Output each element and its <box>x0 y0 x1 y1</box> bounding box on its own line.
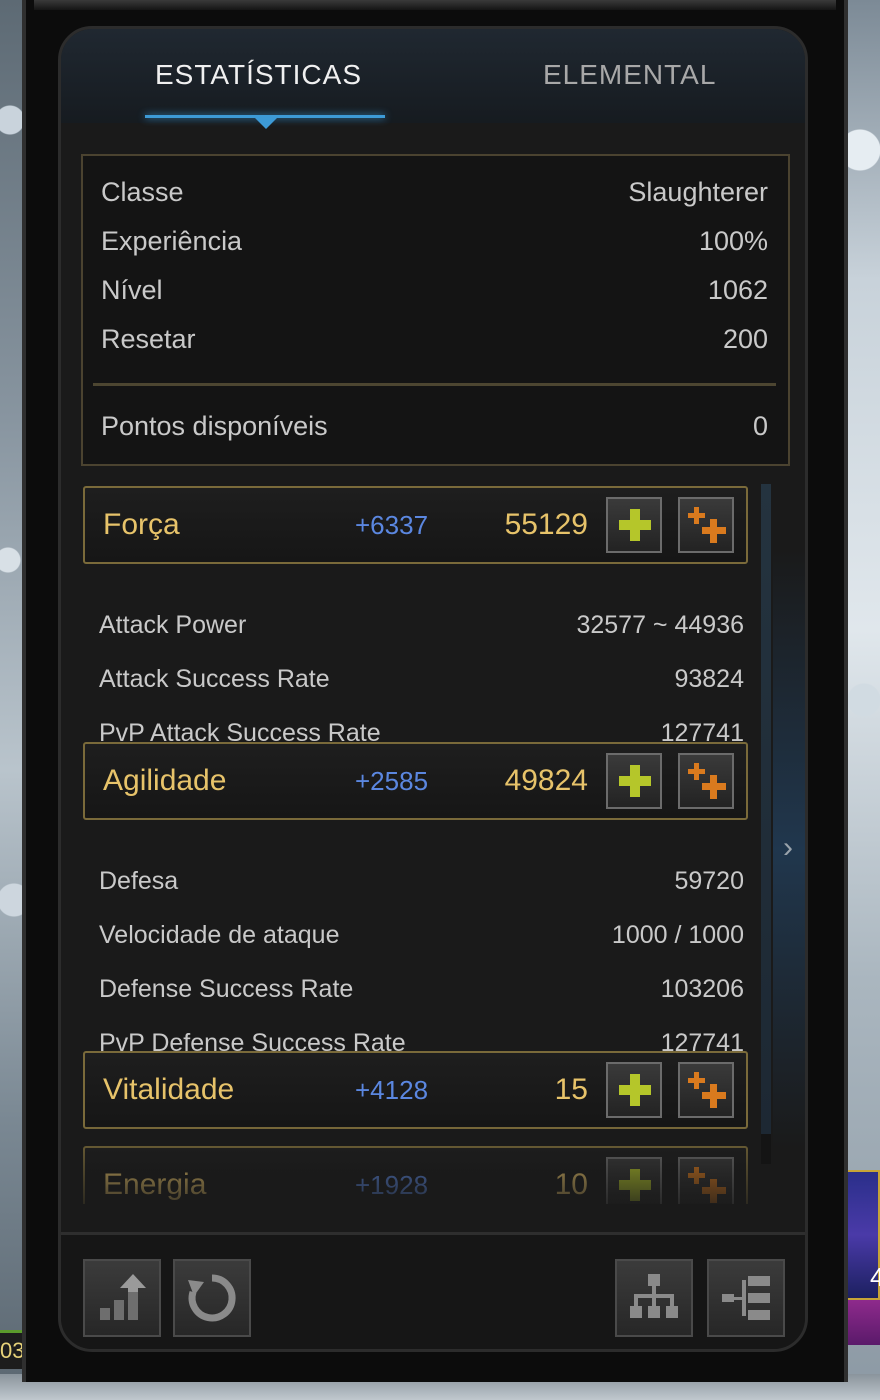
stat-value: 15 <box>554 1073 588 1106</box>
add-point-button[interactable] <box>606 1062 662 1118</box>
reset-icon <box>188 1274 236 1322</box>
stats-panel: ESTATÍSTICAS ELEMENTAL Classe Slaughtere… <box>58 26 808 1352</box>
stat-bonus: +1928 <box>355 1170 429 1200</box>
left-counter: 03 <box>0 1330 24 1369</box>
multi-plus-icon <box>688 763 726 799</box>
hierarchy-button[interactable] <box>615 1259 693 1337</box>
detail-value: 93824 <box>674 664 744 693</box>
stats-up-button[interactable] <box>83 1259 161 1337</box>
detail-label: Velocidade de ataque <box>99 920 340 949</box>
experience-row: Experiência 100% <box>101 221 768 261</box>
character-info-box: Classe Slaughterer Experiência 100% Níve… <box>81 154 790 466</box>
class-value: Slaughterer <box>628 176 768 207</box>
detail-row: Velocidade de ataque 1000 / 1000 <box>99 915 744 955</box>
add-multiple-points-button[interactable] <box>678 497 734 553</box>
experience-label: Experiência <box>101 225 243 256</box>
available-points-row: Pontos disponíveis 0 <box>101 406 768 446</box>
multi-plus-icon <box>688 1072 726 1108</box>
stat-name: Agilidade <box>103 764 227 797</box>
detail-label: Attack Power <box>99 610 247 639</box>
reset-row: Resetar 200 <box>101 319 768 359</box>
detail-label: Attack Success Rate <box>99 664 330 693</box>
detail-label: Defense Success Rate <box>99 974 354 1003</box>
tree-icon <box>722 1276 770 1320</box>
add-multiple-points-button[interactable] <box>678 1062 734 1118</box>
tab-bar: ESTATÍSTICAS ELEMENTAL <box>61 29 805 129</box>
tab-statistics[interactable]: ESTATÍSTICAS <box>155 59 362 91</box>
stats-scroll-area[interactable]: Força +6337 55129 Attack Power 32577 ~ 4… <box>81 484 756 1204</box>
class-label: Classe <box>101 176 184 207</box>
reset-value: 200 <box>722 323 768 354</box>
chevron-right-icon[interactable]: › <box>783 831 793 865</box>
multi-plus-icon <box>688 507 726 543</box>
stat-bonus: +4128 <box>355 1075 429 1105</box>
detail-row: Defense Success Rate 103206 <box>99 969 744 1009</box>
stat-name: Força <box>103 508 180 541</box>
bottom-toolbar <box>61 1232 805 1349</box>
reset-label: Resetar <box>101 323 196 354</box>
detail-row: Attack Power 32577 ~ 44936 <box>99 605 744 645</box>
detail-value: 103206 <box>660 974 744 1003</box>
class-row: Classe Slaughterer <box>101 172 768 212</box>
detail-value: 32577 ~ 44936 <box>576 610 744 639</box>
tree-view-button[interactable] <box>707 1259 785 1337</box>
level-label: Nível <box>101 274 163 305</box>
available-points-value: 0 <box>752 410 768 441</box>
stat-name: Energia <box>103 1168 207 1201</box>
detail-row: Defesa 59720 <box>99 861 744 901</box>
reset-button[interactable] <box>173 1259 251 1337</box>
divider <box>93 383 776 386</box>
stat-name: Vitalidade <box>103 1073 235 1106</box>
stat-value: 55129 <box>504 508 588 541</box>
level-value: 1062 <box>707 274 768 305</box>
stat-header-vitality: Vitalidade +4128 15 <box>83 1051 748 1129</box>
add-point-button[interactable] <box>606 497 662 553</box>
detail-label: Defesa <box>99 866 179 895</box>
experience-value: 100% <box>698 225 768 256</box>
hierarchy-icon <box>630 1274 678 1318</box>
detail-value: 1000 / 1000 <box>611 920 744 949</box>
add-point-button[interactable] <box>606 753 662 809</box>
detail-value: 59720 <box>674 866 744 895</box>
tab-elemental[interactable]: ELEMENTAL <box>543 59 716 91</box>
detail-row: Attack Success Rate 93824 <box>99 659 744 699</box>
add-multiple-points-button[interactable] <box>678 753 734 809</box>
active-tab-pointer-icon <box>254 117 278 129</box>
right-counter: 4 <box>870 1262 880 1292</box>
stat-bonus: +6337 <box>355 510 429 540</box>
level-row: Nível 1062 <box>101 270 768 310</box>
stat-bonus: +2585 <box>355 766 429 796</box>
available-points-label: Pontos disponíveis <box>101 410 328 441</box>
add-multiple-points-button[interactable] <box>678 1157 734 1204</box>
stat-header-agility: Agilidade +2585 49824 <box>83 742 748 820</box>
stat-header-strength: Força +6337 55129 <box>83 486 748 564</box>
stat-value: 49824 <box>504 764 588 797</box>
stat-header-energy: Energia +1928 10 <box>83 1146 748 1204</box>
add-point-button[interactable] <box>606 1157 662 1204</box>
stats-up-icon <box>100 1274 146 1320</box>
multi-plus-icon <box>688 1167 726 1203</box>
stat-value: 10 <box>554 1168 588 1201</box>
scrollbar-thumb[interactable] <box>761 484 771 1134</box>
